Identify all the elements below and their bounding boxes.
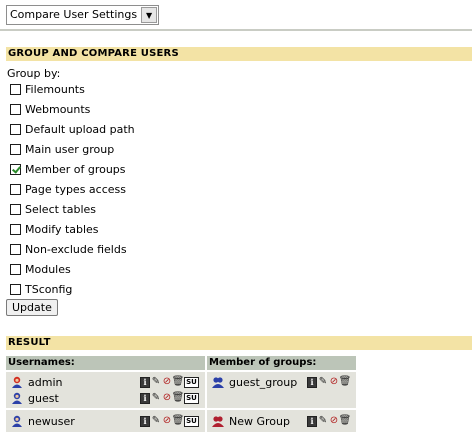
hide-icon[interactable]: ⊘ [329, 377, 339, 388]
option-label: Modify tables [25, 222, 99, 236]
hide-icon[interactable]: ⊘ [162, 377, 172, 388]
option-filemounts[interactable]: Filemounts [10, 82, 85, 96]
user-icon[interactable] [11, 415, 23, 427]
option-label: TSconfig [25, 282, 73, 296]
info-icon[interactable]: i [140, 376, 150, 388]
users-cell: admin i ✎ ⊘ 🗑 SU guest i ✎ ⊘ 🗑 SU [6, 372, 205, 408]
edit-icon[interactable]: ✎ [151, 393, 161, 404]
edit-icon[interactable]: ✎ [151, 377, 161, 388]
option-page-types-access[interactable]: Page types access [10, 182, 126, 196]
option-label: Main user group [25, 142, 115, 156]
option-label: Page types access [25, 182, 126, 196]
chevron-down-icon[interactable]: ▼ [141, 7, 158, 23]
option-tsconfig[interactable]: TSconfig [10, 282, 72, 296]
column-header-member-of-groups: Member of groups: [207, 356, 356, 370]
checkbox[interactable] [10, 143, 21, 155]
option-label: Select tables [25, 202, 97, 216]
delete-icon[interactable]: 🗑 [339, 416, 352, 427]
divider [0, 29, 472, 31]
user-row: newuser [11, 414, 75, 428]
option-label: Default upload path [25, 122, 135, 136]
user-icon[interactable] [11, 392, 23, 404]
delete-icon[interactable]: 🗑 [172, 416, 185, 427]
option-default-upload-path[interactable]: Default upload path [10, 122, 135, 136]
function-menu-bar: Compare User Settings ▼ [6, 5, 160, 25]
switch-user-icon[interactable]: SU [184, 415, 199, 427]
result-section-header: RESULT [6, 336, 472, 350]
hide-icon[interactable]: ⊘ [162, 393, 172, 404]
group-cell: guest_group i ✎ ⊘ 🗑 [207, 372, 356, 408]
username: admin [28, 375, 63, 389]
function-select[interactable]: Compare User Settings ▼ [6, 5, 160, 25]
group-actions: i ✎ ⊘ 🗑 [307, 376, 351, 388]
checkbox[interactable] [10, 283, 21, 295]
hide-icon[interactable]: ⊘ [329, 416, 339, 427]
info-icon[interactable]: i [140, 415, 150, 427]
username: newuser [28, 414, 75, 428]
group-icon[interactable] [212, 415, 224, 427]
info-icon[interactable]: i [307, 376, 317, 388]
admin-user-icon[interactable] [11, 376, 23, 388]
checkbox[interactable] [10, 123, 21, 135]
checkbox[interactable] [10, 243, 21, 255]
group-name: New Group [229, 414, 290, 428]
user-actions: i ✎ ⊘ 🗑 SU [140, 392, 200, 404]
info-icon[interactable]: i [140, 392, 150, 404]
checkbox-checked[interactable] [10, 163, 21, 175]
user-actions: i ✎ ⊘ 🗑 SU [140, 415, 200, 427]
option-label: Modules [25, 262, 71, 276]
group-section-header: GROUP AND COMPARE USERS [6, 47, 472, 61]
hide-icon[interactable]: ⊘ [162, 416, 172, 427]
update-button[interactable]: Update [6, 299, 58, 316]
user-row: guest [11, 391, 59, 405]
switch-user-icon[interactable]: SU [184, 392, 199, 404]
switch-user-icon[interactable]: SU [184, 376, 199, 388]
group-cell: New Group i ✎ ⊘ 🗑 [207, 410, 356, 432]
checkbox[interactable] [10, 203, 21, 215]
column-header-usernames: Usernames: [6, 356, 205, 370]
option-main-user-group[interactable]: Main user group [10, 142, 114, 156]
checkbox[interactable] [10, 103, 21, 115]
option-select-tables[interactable]: Select tables [10, 202, 96, 216]
option-member-of-groups[interactable]: Member of groups [10, 162, 126, 176]
checkbox[interactable] [10, 83, 21, 95]
info-icon[interactable]: i [307, 415, 317, 427]
checkbox[interactable] [10, 223, 21, 235]
user-actions: i ✎ ⊘ 🗑 SU [140, 376, 200, 388]
group-row: guest_group [212, 375, 297, 389]
username: guest [28, 391, 59, 405]
group-by-label: Group by: [7, 67, 61, 80]
checkbox[interactable] [10, 183, 21, 195]
edit-icon[interactable]: ✎ [151, 416, 161, 427]
function-select-value: Compare User Settings [10, 8, 138, 21]
option-modules[interactable]: Modules [10, 262, 71, 276]
group-name: guest_group [229, 375, 298, 389]
delete-icon[interactable]: 🗑 [172, 377, 185, 388]
option-label: Webmounts [25, 102, 91, 116]
group-actions: i ✎ ⊘ 🗑 [307, 415, 351, 427]
checkbox[interactable] [10, 263, 21, 275]
option-webmounts[interactable]: Webmounts [10, 102, 90, 116]
delete-icon[interactable]: 🗑 [172, 393, 185, 404]
users-cell: newuser i ✎ ⊘ 🗑 SU [6, 410, 205, 432]
group-icon[interactable] [212, 376, 224, 388]
option-non-exclude-fields[interactable]: Non-exclude fields [10, 242, 127, 256]
edit-icon[interactable]: ✎ [318, 377, 328, 388]
option-label: Non-exclude fields [25, 242, 127, 256]
group-row: New Group [212, 414, 290, 428]
option-label: Filemounts [25, 82, 85, 96]
option-label: Member of groups [25, 162, 126, 176]
option-modify-tables[interactable]: Modify tables [10, 222, 99, 236]
edit-icon[interactable]: ✎ [318, 416, 328, 427]
delete-icon[interactable]: 🗑 [339, 377, 352, 388]
user-row: admin [11, 375, 62, 389]
